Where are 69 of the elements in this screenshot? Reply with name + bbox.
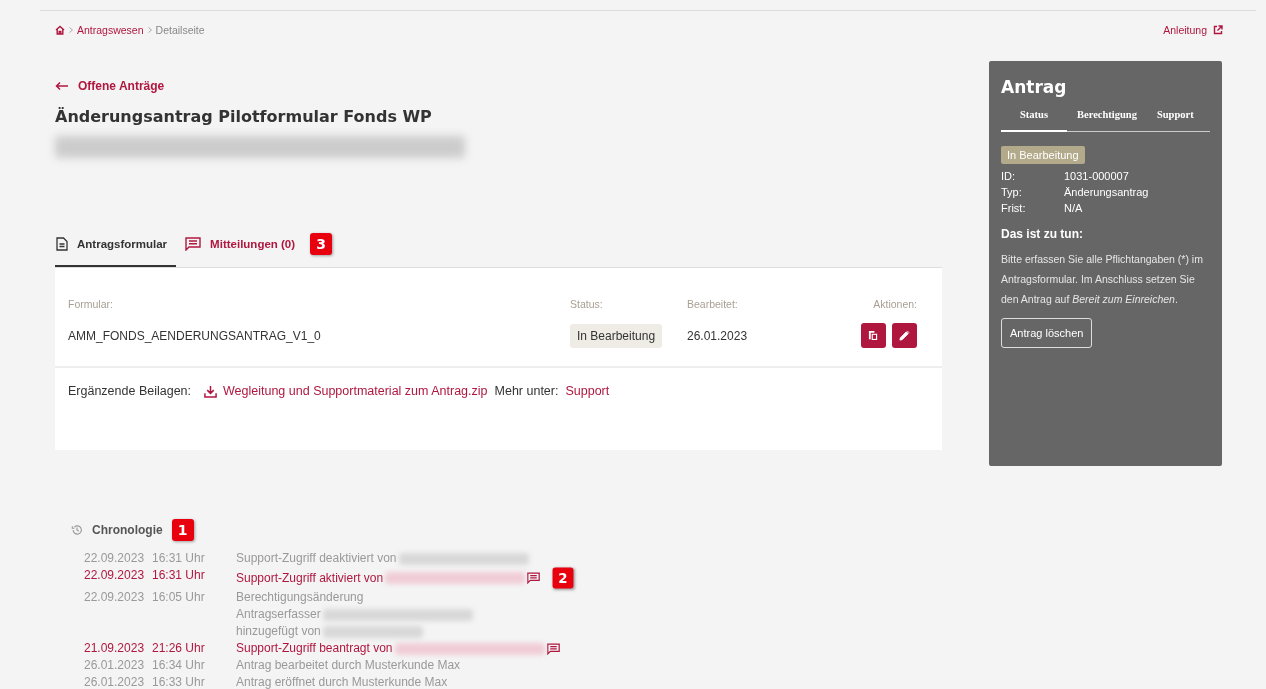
section-title: Chronologie	[92, 523, 163, 537]
tab[interactable]: Berechtigung	[1067, 105, 1147, 132]
message-icon[interactable]	[546, 642, 560, 655]
field-value: Änderungsantrag	[1064, 186, 1150, 198]
entry-date: 22.09.2023	[84, 589, 146, 606]
chevron-icon	[147, 27, 152, 33]
history-icon	[71, 524, 83, 536]
entry-time: 16:33 Uhr	[152, 674, 206, 689]
help-link[interactable]: Anleitung	[1163, 24, 1223, 36]
entry-date: 22.09.2023	[84, 567, 146, 584]
entry-date: 21.09.2023	[84, 640, 146, 657]
column-header: Status:	[570, 298, 604, 310]
entry-date: 26.01.2023	[84, 657, 146, 674]
status-badge: In Bearbeitung	[570, 323, 663, 348]
entry-time: 16:31 Uhr	[152, 550, 206, 567]
section-title: Das ist zu tun:	[1001, 227, 1084, 241]
chevron-icon	[69, 27, 73, 33]
document-icon	[56, 237, 68, 251]
arrow-left-icon	[55, 81, 69, 91]
entry-text: Berechtigungsänderung	[236, 589, 364, 606]
entry-time: 16:05 Uhr	[152, 589, 206, 606]
attachments-label: Ergänzende Beilagen:	[68, 384, 191, 398]
tab[interactable]: Support	[1146, 105, 1204, 132]
entry-text: Antrag eröffnet durch Musterkunde Max	[236, 674, 448, 689]
back-link[interactable]: Offene Anträge	[55, 79, 165, 93]
entry-text: hinzugefügt von	[236, 623, 321, 640]
field-value: N/A	[1064, 202, 1084, 214]
column-header: Aktionen:	[873, 298, 917, 310]
entry-date: 22.09.2023	[84, 550, 146, 567]
entry-text: Support-Zugriff aktiviert von	[236, 569, 384, 587]
entry-time: 16:34 Uhr	[152, 657, 206, 674]
entry-text: Support-Zugriff beantragt von	[236, 640, 393, 657]
field-label: Frist:	[1001, 202, 1027, 214]
status-badge: In Bearbeitung	[1001, 146, 1085, 164]
pencil-icon	[899, 330, 910, 341]
field-label: Typ:	[1001, 186, 1023, 198]
edit-button[interactable]	[892, 323, 917, 348]
copy-icon	[868, 330, 879, 341]
entry-text: Antrag bearbeitet durch Musterkunde Max	[236, 657, 461, 674]
download-icon	[204, 384, 217, 398]
delete-button[interactable]: Antrag löschen	[1001, 318, 1093, 348]
more-label: Mehr unter:	[494, 384, 559, 398]
home-icon[interactable]	[55, 25, 65, 35]
field-value: 1031-000007	[1064, 170, 1130, 182]
entry-time: 21:26 Uhr	[152, 640, 206, 657]
entry-text: Support-Zugriff deaktiviert von	[236, 550, 397, 567]
number-badge: 2	[552, 567, 574, 589]
table-cell-text: AMM_FONDS_AENDERUNGSANTRAG_V1_0	[68, 328, 322, 343]
copy-button[interactable]	[861, 323, 886, 348]
download-link[interactable]: Wegleitung und Supportmaterial zum Antrag.zip	[204, 384, 488, 398]
external-link-icon	[1213, 25, 1223, 35]
number-badge: 1	[171, 519, 194, 541]
message-icon[interactable]	[527, 572, 541, 584]
instruction-text: Bitte erfassen Sie alle Pflichtangaben (*) im Antragsformular. Im Anschluss setzen Sie den Antrag auf Bereit zum Einreichen.	[1001, 252, 1204, 307]
message-icon	[185, 237, 202, 251]
entry-date: 26.01.2023	[84, 674, 146, 689]
breadcrumb-link[interactable]: Antragswesen	[77, 24, 144, 36]
entry-time: 16:31 Uhr	[152, 567, 206, 584]
entry-text: Antragserfasser	[236, 606, 321, 623]
table-cell-text: 26.01.2023	[687, 328, 749, 343]
breadcrumb-current: Detailseite	[155, 24, 205, 36]
panel-title: Antrag	[1001, 77, 1068, 97]
column-header: Formular:	[68, 298, 114, 310]
support-link[interactable]: Support	[565, 384, 610, 398]
field-label: ID:	[1001, 170, 1017, 182]
tab[interactable]: Mitteilungen (0) 3	[184, 227, 342, 267]
column-header: Bearbeitet:	[687, 298, 739, 310]
tab[interactable]: Status	[1001, 105, 1067, 132]
page-title: Änderungsantrag Pilotformular Fonds WP	[55, 107, 433, 126]
